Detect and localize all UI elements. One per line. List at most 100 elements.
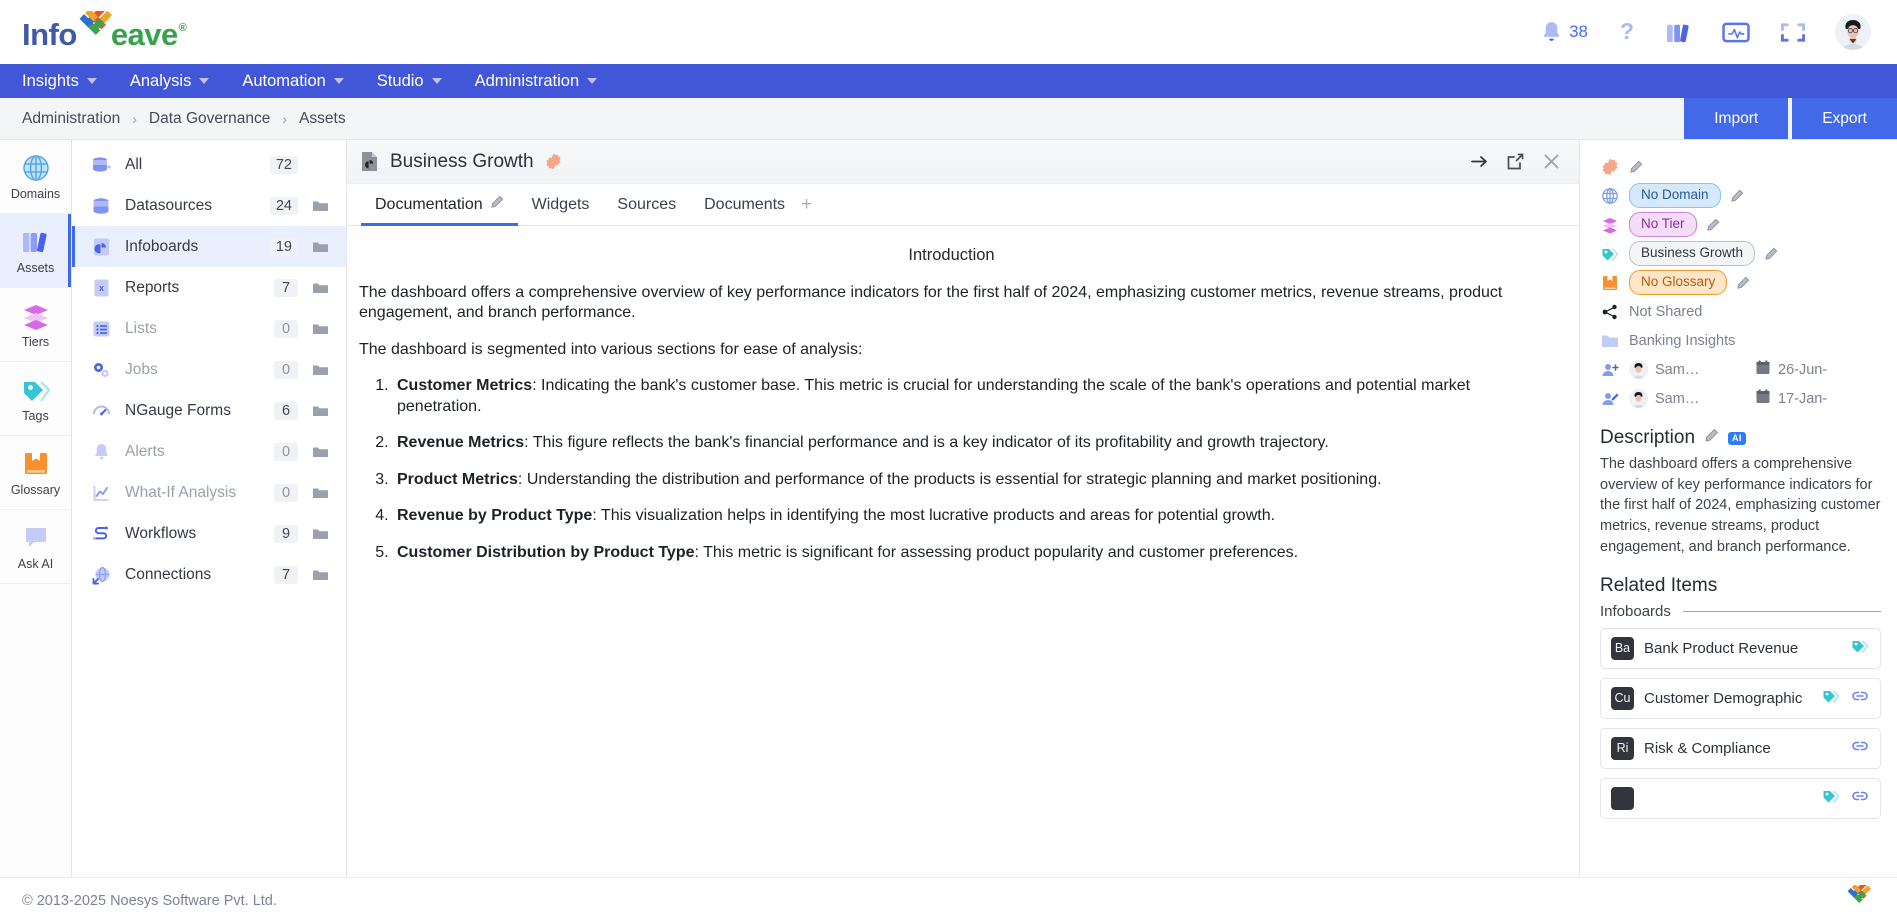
- asset-list-item-jobs[interactable]: Jobs 0: [72, 349, 346, 390]
- report-icon: x: [90, 278, 112, 298]
- ai-badge[interactable]: AI: [1728, 431, 1746, 445]
- rail-item-glossary[interactable]: Glossary: [0, 436, 71, 510]
- asset-list-label: Lists: [125, 319, 157, 337]
- pencil-icon[interactable]: [1730, 189, 1744, 203]
- breadcrumb-item-data-governance[interactable]: Data Governance: [149, 110, 271, 128]
- tab-widgets[interactable]: Widgets: [518, 184, 604, 225]
- asset-list-item-what-if-analysis[interactable]: What-If Analysis 0: [72, 472, 346, 513]
- tag-icon[interactable]: [1822, 787, 1840, 810]
- related-item-icons: [1851, 637, 1869, 660]
- related-item-card[interactable]: Ba Bank Product Revenue: [1600, 627, 1881, 669]
- pencil-icon[interactable]: [1736, 276, 1750, 290]
- pencil-icon[interactable]: [1706, 218, 1720, 232]
- asset-list-count: 72: [269, 155, 298, 174]
- tag-badge[interactable]: Business Growth: [1629, 241, 1756, 266]
- folder-icon[interactable]: [311, 240, 329, 254]
- asset-list-item-lists[interactable]: Lists 0: [72, 308, 346, 349]
- notification-count: 38: [1569, 22, 1588, 41]
- layers-icon: [21, 301, 51, 331]
- asset-list-label: Infoboards: [125, 237, 199, 255]
- tab-documents[interactable]: Documents: [690, 184, 799, 225]
- open-external-icon[interactable]: [1506, 152, 1525, 171]
- domain-badge[interactable]: No Domain: [1629, 183, 1721, 208]
- app-logo[interactable]: Info eave ®: [22, 4, 187, 53]
- folder-icon[interactable]: [311, 568, 329, 582]
- tab-documentation[interactable]: Documentation: [361, 184, 518, 226]
- share-icon: [1600, 303, 1620, 321]
- nav-label: Studio: [376, 71, 424, 90]
- link-icon[interactable]: [1851, 687, 1869, 710]
- asset-list-item-workflows[interactable]: Workflows 9: [72, 513, 346, 554]
- nav-item-studio[interactable]: Studio: [377, 72, 461, 91]
- nav-item-insights[interactable]: Insights: [22, 72, 116, 91]
- close-icon[interactable]: [1542, 152, 1561, 171]
- asset-list-item-connections[interactable]: Connections 7: [72, 554, 346, 595]
- notifications-button[interactable]: 38: [1540, 20, 1588, 45]
- monitor-button[interactable]: [1721, 20, 1751, 45]
- related-item-name: Risk & Compliance: [1644, 739, 1771, 757]
- infoboard-icon: [90, 237, 112, 257]
- folder-icon[interactable]: [311, 281, 329, 295]
- related-item-card[interactable]: [1600, 777, 1881, 819]
- expand-right-icon[interactable]: [1470, 152, 1489, 171]
- calendar-icon: [1756, 389, 1770, 408]
- folder-icon[interactable]: [311, 404, 329, 418]
- related-item-card[interactable]: Ri Risk & Compliance: [1600, 727, 1881, 769]
- rail-item-ask-ai[interactable]: Ask AI: [0, 510, 71, 584]
- help-button[interactable]: ?: [1616, 20, 1638, 45]
- add-tab-button[interactable]: +: [799, 184, 820, 225]
- pencil-icon[interactable]: [1764, 247, 1778, 261]
- breadcrumb-item-administration[interactable]: Administration: [22, 110, 120, 128]
- asset-list-item-all[interactable]: All 72: [72, 144, 346, 185]
- rail-item-domains[interactable]: Domains: [0, 140, 71, 214]
- tag-icon[interactable]: [1851, 637, 1869, 660]
- rail-label: Domains: [10, 186, 61, 201]
- books-icon: [21, 227, 51, 257]
- rail-item-tiers[interactable]: Tiers: [0, 288, 71, 362]
- asset-list-item-infoboards[interactable]: Infoboards 19: [72, 226, 346, 267]
- related-item-card[interactable]: Cu Customer Demographic: [1600, 677, 1881, 719]
- link-icon[interactable]: [1851, 737, 1869, 760]
- export-button[interactable]: Export: [1792, 98, 1897, 139]
- created-by: Sam…: [1629, 360, 1747, 379]
- folder-icon[interactable]: [311, 527, 329, 541]
- library-button[interactable]: [1666, 20, 1693, 45]
- avatar[interactable]: [1835, 14, 1871, 50]
- tab-sources[interactable]: Sources: [603, 184, 690, 225]
- asset-list-item-alerts[interactable]: Alerts 0: [72, 431, 346, 472]
- asset-list-item-datasources[interactable]: Datasources 24: [72, 185, 346, 226]
- fullscreen-button[interactable]: [1779, 20, 1807, 45]
- folder-icon[interactable]: [311, 363, 329, 377]
- import-button[interactable]: Import: [1684, 98, 1789, 139]
- glossary-badge[interactable]: No Glossary: [1629, 270, 1728, 295]
- rail-label: Ask AI: [17, 556, 54, 571]
- pencil-icon[interactable]: [1704, 427, 1719, 449]
- list-item: Customer Metrics: Indicating the bank's …: [393, 376, 1544, 417]
- nav-item-analysis[interactable]: Analysis: [130, 72, 228, 91]
- pencil-icon[interactable]: [1629, 160, 1643, 174]
- header-icon-group: 38 ?: [1540, 14, 1871, 50]
- brand-bar: Info eave ® 38 ?: [0, 0, 1897, 64]
- folder-icon[interactable]: [311, 199, 329, 213]
- breadcrumb-item-assets[interactable]: Assets: [299, 110, 346, 128]
- asset-list-item-ngauge-forms[interactable]: NGauge Forms 6: [72, 390, 346, 431]
- folder-icon[interactable]: [311, 445, 329, 459]
- link-icon[interactable]: [1851, 787, 1869, 810]
- asset-list-item-reports[interactable]: x Reports 7: [72, 267, 346, 308]
- nav-item-automation[interactable]: Automation: [242, 72, 362, 91]
- nav-item-administration[interactable]: Administration: [475, 72, 617, 91]
- asset-list-label: Reports: [125, 278, 180, 296]
- meta-row-tag: Business Growth: [1600, 239, 1881, 268]
- rail-item-assets[interactable]: Assets: [0, 214, 71, 288]
- related-item-name: Bank Product Revenue: [1644, 639, 1799, 657]
- folder-icon[interactable]: [311, 486, 329, 500]
- folder-icon[interactable]: [311, 322, 329, 336]
- description-heading: Description AI: [1600, 427, 1881, 449]
- tier-badge[interactable]: No Tier: [1629, 212, 1697, 237]
- meta-row-folder: Banking Insights: [1600, 326, 1881, 355]
- tag-icon[interactable]: [1822, 687, 1840, 710]
- main-detail-panel: Business Growth Documentation Widgets So…: [347, 140, 1580, 877]
- rail-item-tags[interactable]: Tags: [0, 362, 71, 436]
- pencil-icon[interactable]: [490, 195, 504, 214]
- related-items-heading: Related Items: [1600, 574, 1718, 596]
